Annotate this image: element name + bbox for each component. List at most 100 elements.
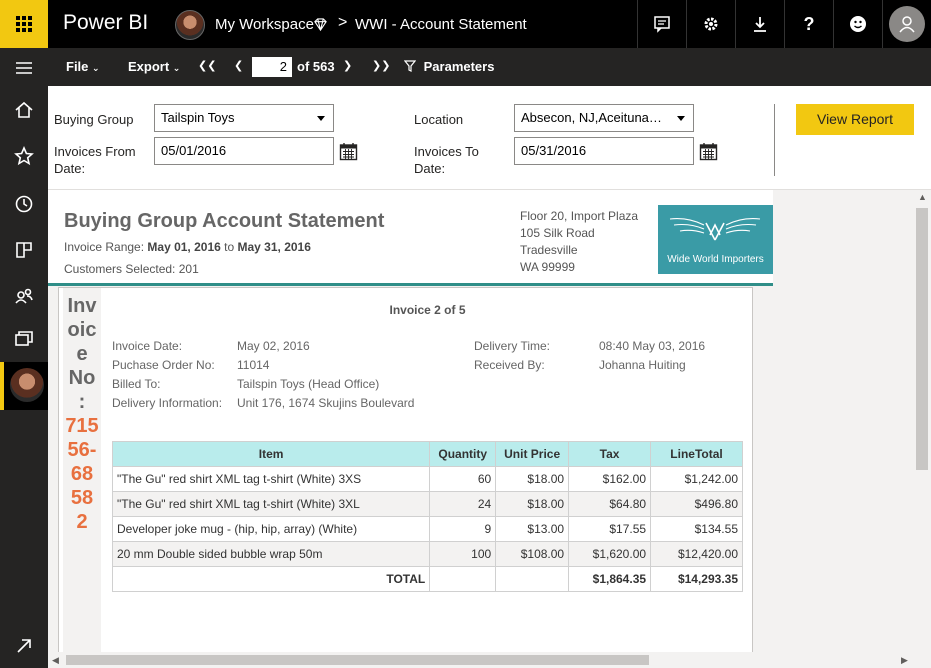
shared-icon [15, 288, 33, 304]
settings-button[interactable] [686, 0, 735, 48]
invoice-number-column: Inv oic e No : 715 56- 68 58 2 [63, 288, 101, 652]
quantity-cell: 9 [429, 516, 497, 542]
breadcrumb-report: WWI - Account Statement [355, 16, 527, 33]
last-page-button[interactable]: ❯❯ [372, 59, 390, 72]
nav-shared[interactable] [0, 276, 48, 316]
table-row: Developer joke mug - (hip, hip, array) (… [111, 516, 743, 542]
quantity-cell: 24 [429, 491, 497, 517]
calendar-icon[interactable] [339, 142, 358, 161]
invoice-no-label: e [76, 343, 88, 365]
download-button[interactable] [735, 0, 784, 48]
total-row: TOTAL $1,864.35 $14,293.35 [111, 566, 743, 592]
workspace-avatar[interactable] [175, 10, 205, 40]
prev-page-button[interactable]: ❮ [234, 59, 243, 72]
dropdown-arrow-icon [677, 116, 685, 121]
total-tax: $1,864.35 [568, 566, 652, 592]
parameters-button[interactable]: Parameters [403, 59, 494, 74]
location-value: Absecon, NJ,Aceituna… [521, 110, 662, 125]
nav-menu-button[interactable] [0, 48, 48, 88]
invoices-from-label-line2: Date: [54, 161, 86, 176]
view-report-button[interactable]: View Report [796, 104, 914, 135]
scroll-right-icon[interactable]: ▶ [901, 655, 908, 666]
vertical-scrollbar[interactable]: ▲ [913, 190, 931, 668]
nav-recent[interactable] [0, 184, 48, 224]
line-total-cell: $134.55 [650, 516, 743, 542]
workspaces-icon [15, 331, 33, 346]
help-button[interactable]: ? [784, 0, 833, 48]
horizontal-scrollbar[interactable]: ◀ ▶ [48, 652, 913, 668]
unit-price-cell: $18.00 [495, 491, 570, 517]
column-header-tax: Tax [568, 441, 652, 467]
report-toolbar: File ⌄ Export ⌄ ❮❮ ❮ 2 of 563 ❯ ❯❯ Param… [48, 48, 931, 86]
location-label: Location [414, 112, 464, 127]
column-header-item: Item [111, 441, 431, 467]
feedback-button[interactable] [637, 0, 686, 48]
nav-workspaces[interactable] [0, 320, 48, 360]
unit-price-cell: $18.00 [495, 466, 570, 492]
breadcrumb-separator: > [338, 14, 348, 31]
first-page-button[interactable]: ❮❮ [198, 59, 216, 72]
invoice-no-label: oic [67, 319, 97, 341]
billed-to-label: Billed To: [112, 377, 161, 391]
header-rule [48, 283, 773, 286]
home-icon [15, 101, 33, 118]
invoices-to-input[interactable]: 05/31/2016 [514, 137, 694, 165]
next-page-icon: ❯ [343, 60, 353, 72]
recent-icon [15, 195, 33, 213]
column-header-quantity: Quantity [429, 441, 497, 467]
last-page-icon: ❯❯ [372, 60, 391, 72]
company-logo: Wide World Importers [658, 205, 773, 274]
page-total: of 563 [297, 59, 335, 74]
nav-expand[interactable] [0, 626, 48, 666]
prev-page-icon: ❮ [234, 60, 244, 72]
invoice-range: Invoice Range: May 01, 2016 to May 31, 2… [64, 240, 311, 254]
calendar-icon[interactable] [699, 142, 718, 161]
nav-apps[interactable] [0, 230, 48, 270]
invoice-number: 2 [76, 511, 88, 533]
account-button[interactable] [882, 0, 931, 48]
location-select[interactable]: Absecon, NJ,Aceituna… [514, 104, 694, 132]
dropdown-arrow-icon [317, 116, 325, 121]
file-menu[interactable]: File ⌄ [66, 59, 100, 74]
po-number-value: 11014 [237, 358, 270, 372]
line-total-cell: $496.80 [650, 491, 743, 517]
smiley-icon [850, 16, 866, 32]
column-header-unit-price: Unit Price [495, 441, 570, 467]
total-unit-price-cell [495, 566, 570, 592]
app-launcher-button[interactable] [0, 0, 48, 48]
next-page-button[interactable]: ❯ [343, 59, 352, 72]
feedback-smiley-button[interactable] [833, 0, 882, 48]
item-cell: 20 mm Double sided bubble wrap 50m [111, 541, 431, 567]
invoice-date-label: Invoice Date: [112, 339, 183, 353]
horizontal-scroll-thumb[interactable] [66, 655, 649, 665]
address-line: Tradesville [520, 243, 578, 257]
nav-home[interactable] [0, 90, 48, 130]
panel-divider [774, 104, 775, 176]
scroll-up-icon[interactable]: ▲ [918, 192, 927, 202]
vertical-scroll-thumb[interactable] [916, 208, 928, 470]
parameters-panel: Buying Group Tailspin Toys Location Abse… [48, 86, 931, 190]
buying-group-select[interactable]: Tailspin Toys [154, 104, 334, 132]
feedback-icon [654, 16, 670, 33]
hamburger-icon [16, 62, 32, 74]
invoice-range-to-word: to [224, 240, 235, 254]
nav-favorites[interactable] [0, 136, 48, 176]
invoice-number: 68 [70, 463, 94, 485]
tax-cell: $162.00 [568, 466, 652, 492]
scroll-left-icon[interactable]: ◀ [52, 655, 59, 666]
workspace-avatar [10, 368, 44, 402]
customers-selected: Customers Selected: 201 [64, 262, 199, 276]
breadcrumb-workspace[interactable]: My Workspace [215, 16, 314, 33]
invoices-from-input[interactable]: 05/01/2016 [154, 137, 334, 165]
page-number-input[interactable]: 2 [252, 57, 292, 77]
invoice-card: Inv oic e No : 715 56- 68 58 2 Invoice 2… [58, 287, 753, 652]
user-icon [889, 6, 925, 42]
nav-current-workspace[interactable] [0, 362, 48, 410]
invoices-to-label-line1: Invoices To [414, 144, 479, 159]
invoice-number: 715 [65, 415, 99, 437]
buying-group-label: Buying Group [54, 112, 134, 127]
wings-logo-icon [669, 218, 761, 241]
export-menu[interactable]: Export ⌄ [128, 59, 180, 74]
delivery-info-value: Unit 176, 1674 Skujins Boulevard [237, 396, 415, 410]
brand-title[interactable]: Power BI [63, 11, 148, 35]
